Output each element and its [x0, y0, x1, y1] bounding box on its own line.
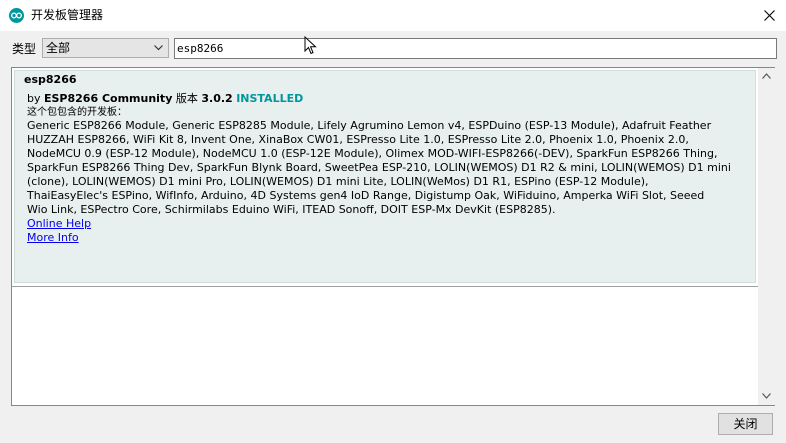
boards-list: Generic ESP8266 Module, Generic ESP8285 … [27, 119, 749, 217]
vertical-scrollbar[interactable] [758, 68, 775, 405]
type-filter-label: 类型 [12, 42, 37, 56]
mouse-pointer-icon [304, 36, 317, 55]
package-list: esp8266 by ESP8266 Community 版本 3.0.2 IN… [11, 67, 775, 406]
by-prefix: by [27, 92, 41, 105]
close-icon [764, 10, 775, 21]
title-bar: 开发板管理器 [0, 0, 786, 31]
installed-status: INSTALLED [236, 92, 304, 105]
chevron-up-icon [762, 73, 771, 79]
boards-line: NodeMCU 0.9 (ESP-12 Module), NodeMCU 1.0… [27, 147, 718, 160]
type-filter-value: 全部 [46, 41, 71, 55]
type-filter-select[interactable]: 全部 [42, 38, 169, 58]
window-close-button[interactable] [752, 0, 786, 31]
online-help-link[interactable]: Online Help [27, 217, 91, 231]
version-label: 版本 [175, 92, 198, 105]
scroll-down-button[interactable] [758, 388, 775, 405]
entry-divider [12, 286, 760, 287]
scroll-up-button[interactable] [758, 68, 775, 85]
package-author: ESP8266 Community [44, 92, 173, 105]
package-entry[interactable]: esp8266 by ESP8266 Community 版本 3.0.2 IN… [14, 70, 756, 283]
boards-line: ThaiEasyElec's ESPino, WifInfo, Arduino,… [27, 189, 705, 202]
search-input[interactable] [177, 40, 767, 57]
close-button[interactable]: 关闭 [718, 413, 773, 435]
boards-line: HUZZAH ESP8266, WiFi Kit 8, Invent One, … [27, 133, 689, 146]
boards-line: (clone), LOLIN(WEMOS) D1 mini Pro, LOLIN… [27, 175, 649, 188]
boards-line: Wio Link, ESPectro Core, Schirmilabs Edu… [27, 203, 556, 216]
package-author-line: by ESP8266 Community 版本 3.0.2 INSTALLED [27, 92, 303, 106]
search-field[interactable] [174, 38, 777, 59]
window-title: 开发板管理器 [31, 8, 104, 22]
chevron-down-icon [154, 45, 163, 51]
boards-line: Generic ESP8266 Module, Generic ESP8285 … [27, 119, 712, 132]
chevron-down-icon [762, 393, 771, 399]
arduino-logo-icon [9, 8, 24, 23]
boards-line: SparkFun ESP8266 Thing Dev, SparkFun Bly… [27, 161, 731, 174]
more-info-link[interactable]: More Info [27, 231, 79, 245]
package-version: 3.0.2 [201, 92, 233, 105]
boards-label: 这个包包含的开发板： [27, 107, 127, 118]
package-name: esp8266 [24, 73, 77, 86]
